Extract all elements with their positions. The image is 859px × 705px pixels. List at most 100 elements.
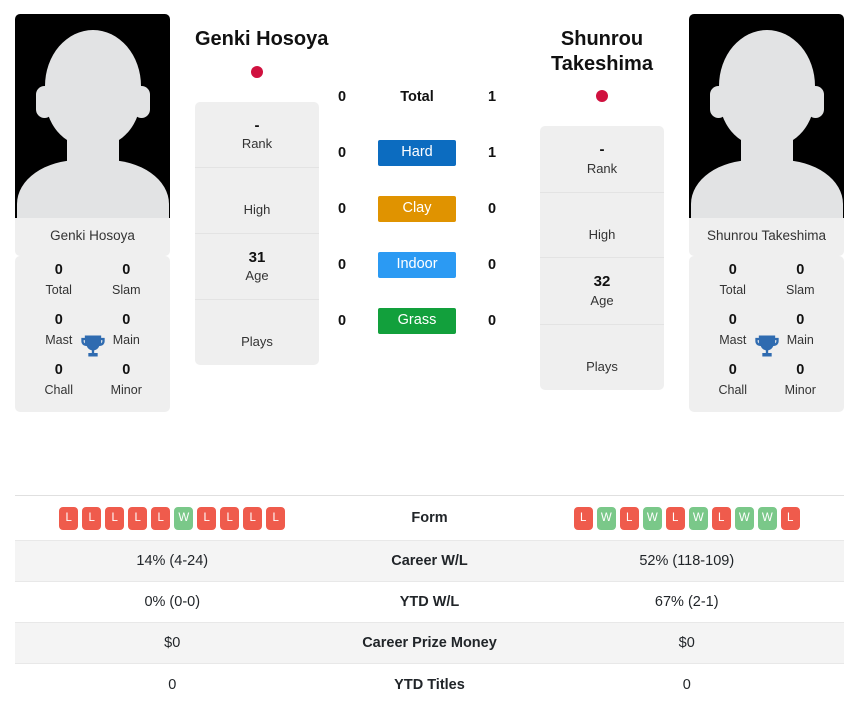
info-cell-rank: - Rank bbox=[195, 102, 319, 168]
japan-flag-dot-icon bbox=[251, 65, 263, 78]
info-cell-rank: - Rank bbox=[540, 126, 664, 193]
left-player-name[interactable]: Genki Hosoya bbox=[195, 14, 328, 52]
right-player-titles-grid: 0 Total 0 Slam 0 Mast 0 Main 0 Chall 0 M… bbox=[699, 260, 834, 400]
info-cell-high: High bbox=[540, 193, 664, 259]
silhouette-body-icon bbox=[16, 160, 169, 218]
row-label: YTD Titles bbox=[394, 676, 465, 693]
table-row-ytd-wl: 0% (0-0) YTD W/L 67% (2-1) bbox=[15, 582, 844, 623]
row-label: Career Prize Money bbox=[362, 635, 497, 651]
info-cell-age: 32 Age bbox=[540, 258, 664, 325]
right-form-badges: LWLWLWLWWL bbox=[536, 506, 839, 530]
form-badge-loss[interactable]: L bbox=[266, 506, 286, 530]
form-badge-loss[interactable]: L bbox=[711, 506, 731, 530]
left-value: 0% (0-0) bbox=[144, 594, 201, 610]
title-stat-label: Slam bbox=[112, 282, 141, 297]
h2h-left-count: 0 bbox=[337, 145, 347, 161]
form-badge-loss[interactable]: L bbox=[128, 506, 148, 530]
title-stat-chall: 0 Chall bbox=[699, 360, 767, 399]
right-player-avatar-caption: Shunrou Takeshima bbox=[706, 228, 827, 243]
h2h-left-count: 0 bbox=[337, 257, 347, 273]
h2h-row-grass: 0 Grass 0 bbox=[319, 293, 515, 349]
right-form-cell: LWLWLWLWWL bbox=[530, 506, 845, 530]
player-comparison-page: Genki Hosoya 0 Total 0 Slam 0 Mast 0 Mai… bbox=[0, 0, 859, 705]
form-badge-loss[interactable]: L bbox=[197, 506, 217, 530]
left-value: $0 bbox=[164, 635, 181, 651]
title-stat-label: Minor bbox=[110, 383, 142, 398]
title-stat-value: 0 bbox=[728, 261, 737, 278]
silhouette-ear-left-icon bbox=[35, 86, 53, 118]
form-badge-win[interactable]: W bbox=[757, 506, 777, 530]
info-cell-plays: Plays bbox=[195, 300, 319, 365]
title-stat-value: 0 bbox=[728, 362, 737, 379]
h2h-left-count: 0 bbox=[337, 89, 347, 105]
title-stat-slam: 0 Slam bbox=[767, 260, 835, 299]
info-label: Rank bbox=[586, 160, 618, 176]
form-badge-loss[interactable]: L bbox=[59, 506, 79, 530]
form-badge-win[interactable]: W bbox=[688, 506, 708, 530]
table-row-career-prize-money: $0 Career Prize Money $0 bbox=[15, 623, 844, 664]
row-label: YTD W/L bbox=[399, 594, 460, 610]
info-value bbox=[199, 182, 315, 201]
form-badge-win[interactable]: W bbox=[596, 506, 616, 530]
right-player-avatar-image bbox=[689, 14, 844, 218]
h2h-right-count: 1 bbox=[487, 145, 497, 161]
info-value: - bbox=[599, 141, 605, 159]
title-stat-value: 0 bbox=[728, 312, 737, 329]
comparison-top-section: Genki Hosoya 0 Total 0 Slam 0 Mast 0 Mai… bbox=[0, 0, 859, 495]
title-stat-slam: 0 Slam bbox=[93, 260, 161, 299]
right-player-name[interactable]: Shunrou Takeshima bbox=[540, 14, 664, 76]
info-label: Rank bbox=[241, 136, 273, 152]
form-badge-loss[interactable]: L bbox=[151, 506, 171, 530]
title-stat-value: 0 bbox=[122, 261, 131, 278]
form-badge-loss[interactable]: L bbox=[105, 506, 125, 530]
form-badge-loss[interactable]: L bbox=[82, 506, 102, 530]
title-stat-value: 0 bbox=[122, 312, 131, 329]
info-value bbox=[199, 314, 315, 333]
surface-badge-hard[interactable]: Hard bbox=[378, 139, 456, 167]
right-value: 0 bbox=[682, 676, 691, 693]
h2h-label-cell: Total bbox=[365, 89, 469, 105]
h2h-label-cell: Indoor bbox=[365, 251, 469, 279]
head-to-head-column: 0 Total 1 0 Hard 1 0 Clay 0 0 Indoor 0 0… bbox=[319, 14, 515, 349]
info-value bbox=[544, 339, 660, 358]
info-label: High bbox=[243, 201, 271, 217]
info-value: - bbox=[254, 116, 260, 134]
trophy-icon bbox=[754, 335, 779, 357]
title-stat-value: 0 bbox=[54, 312, 63, 329]
title-stat-total: 0 Total bbox=[25, 260, 93, 299]
info-label: Plays bbox=[586, 358, 618, 374]
title-stat-value: 0 bbox=[54, 261, 63, 278]
right-player-info-column: Shunrou Takeshima - Rank High 32 Age Pla… bbox=[540, 14, 664, 390]
title-stat-label: Total bbox=[719, 282, 746, 297]
form-badge-loss[interactable]: L bbox=[220, 506, 240, 530]
table-row-ytd-titles: 0 YTD Titles 0 bbox=[15, 664, 844, 705]
form-badge-win[interactable]: W bbox=[642, 506, 662, 530]
h2h-left-count: 0 bbox=[337, 201, 347, 217]
title-stat-value: 0 bbox=[122, 362, 131, 379]
surface-badge-grass[interactable]: Grass bbox=[378, 307, 456, 335]
left-player-avatar-column: Genki Hosoya 0 Total 0 Slam 0 Mast 0 Mai… bbox=[15, 14, 170, 412]
silhouette-ear-right-icon bbox=[806, 86, 824, 118]
form-badge-win[interactable]: W bbox=[734, 506, 754, 530]
form-badge-loss[interactable]: L bbox=[665, 506, 685, 530]
left-player-titles-card: 0 Total 0 Slam 0 Mast 0 Main 0 Chall 0 M… bbox=[15, 255, 170, 412]
h2h-row-clay: 0 Clay 0 bbox=[319, 181, 515, 237]
form-badge-loss[interactable]: L bbox=[573, 506, 593, 530]
title-stat-label: Minor bbox=[784, 383, 816, 398]
surface-badge-indoor[interactable]: Indoor bbox=[378, 251, 456, 279]
title-stat-label: Slam bbox=[786, 282, 815, 297]
left-player-avatar-image bbox=[15, 14, 170, 218]
form-badge-win[interactable]: W bbox=[174, 506, 194, 530]
form-badge-loss[interactable]: L bbox=[243, 506, 263, 530]
form-badge-loss[interactable]: L bbox=[780, 506, 800, 530]
h2h-right-count: 1 bbox=[487, 89, 497, 105]
silhouette-ear-left-icon bbox=[709, 86, 727, 118]
info-value: 31 bbox=[248, 248, 266, 266]
right-player-titles-card: 0 Total 0 Slam 0 Mast 0 Main 0 Chall 0 M… bbox=[689, 255, 844, 412]
surface-badge-clay[interactable]: Clay bbox=[378, 195, 456, 223]
left-player-titles-grid: 0 Total 0 Slam 0 Mast 0 Main 0 Chall 0 M… bbox=[25, 260, 160, 400]
form-badge-loss[interactable]: L bbox=[619, 506, 639, 530]
left-form-badges: LLLLLWLLLL bbox=[21, 506, 324, 530]
info-label: Plays bbox=[241, 334, 273, 350]
left-player-info-column: Genki Hosoya - Rank High 31 Age Plays bbox=[195, 14, 328, 365]
